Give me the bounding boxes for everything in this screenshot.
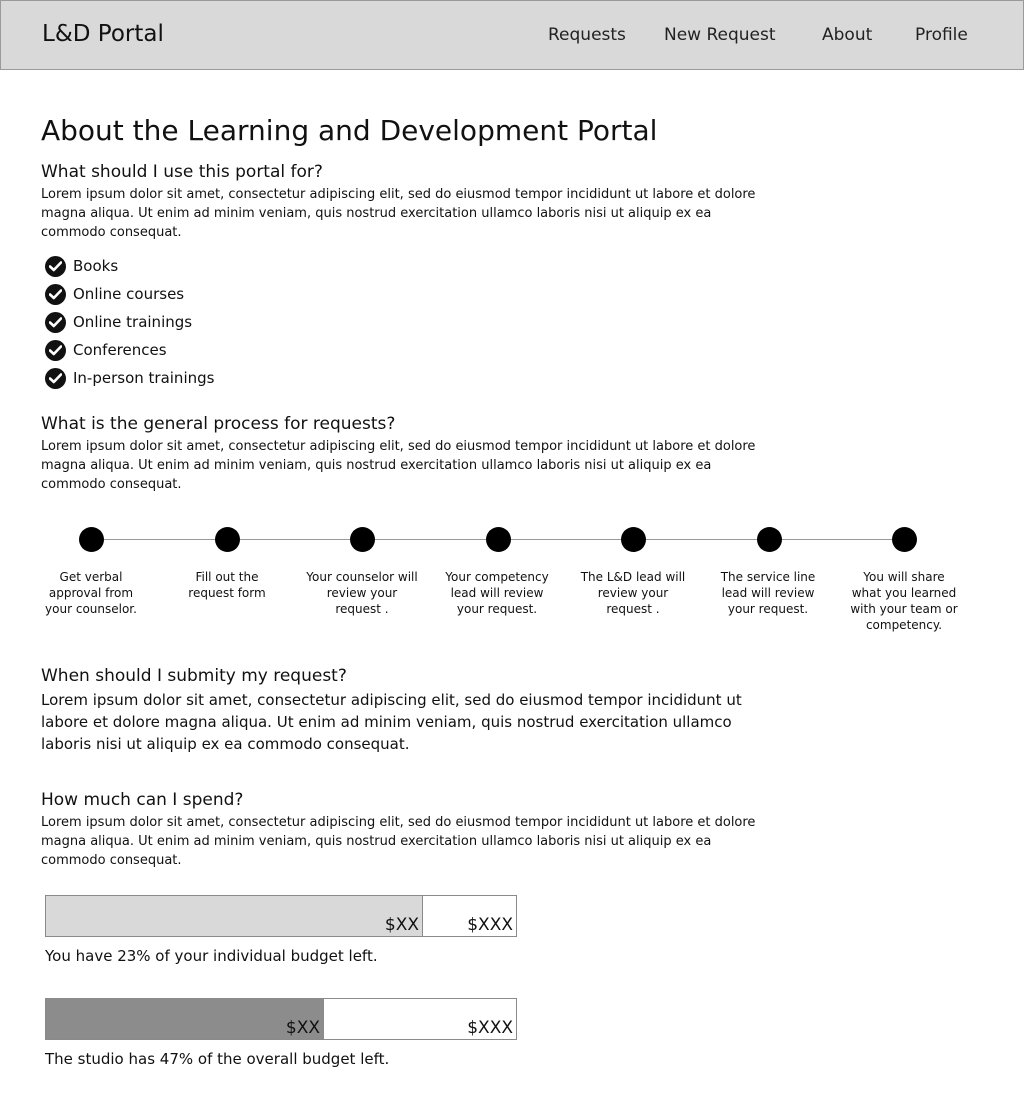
process-step-label: Your competency lead will review your re… [445,570,549,616]
process-step-label: The service line lead will review your r… [720,570,816,616]
checkmark-icon [45,283,66,305]
process-step-dot [486,527,511,552]
nav-requests[interactable]: Requests [548,25,626,45]
checklist-item-label: Online courses [73,285,185,303]
individual-budget-caption: You have 23% of your individual budget l… [45,947,378,965]
checklist-item: Books [45,252,214,280]
section-body-use: Lorem ipsum dolor sit amet, consectetur … [41,187,756,240]
checklist-item: Conferences [45,336,214,364]
nav-new-request[interactable]: New Request [664,25,776,45]
process-step-dot [215,527,240,552]
section-body-when: Lorem ipsum dolor sit amet, consectetur … [41,691,742,753]
process-step-label: Fill out the request form [188,570,266,600]
individual-budget-bar: $XX $XXX [45,895,517,937]
studio-budget-bar: $XX $XXX [45,998,517,1040]
process-step-dot [79,527,104,552]
process-step-dot [621,527,646,552]
use-checklist: Books Online courses Online trainings Co… [45,252,214,392]
section-heading-when: When should I submity my request? [41,666,347,686]
section-heading-process: What is the general process for requests… [41,414,396,434]
page-title: About the Learning and Development Porta… [41,114,658,147]
section-heading-spend: How much can I spend? [41,790,244,810]
individual-budget-total-label: $XXX [467,915,513,935]
checklist-item: In-person trainings [45,364,214,392]
checklist-item-label: Conferences [73,341,167,359]
checklist-item-label: Online trainings [73,313,193,331]
checklist-item: Online trainings [45,308,214,336]
checklist-item: Online courses [45,280,214,308]
individual-budget-fill-label: $XX [384,915,419,935]
studio-budget-caption: The studio has 47% of the overall budget… [45,1050,390,1068]
checkmark-icon [45,339,66,361]
process-step-label: You will share what you learned with you… [850,570,958,632]
section-body-process: Lorem ipsum dolor sit amet, consectetur … [41,439,756,492]
checklist-item-label: In-person trainings [73,369,215,387]
process-step-label: Get verbal approval from your counselor. [45,570,137,616]
studio-budget-fill-label: $XX [285,1018,320,1038]
studio-budget-fill: $XX [46,999,324,1039]
section-heading-use: What should I use this portal for? [41,162,323,182]
nav-about[interactable]: About [822,25,872,45]
top-navbar: L&D Portal Requests New Request About Pr… [0,0,1024,70]
checkmark-icon [45,367,66,389]
process-step-dot [892,527,917,552]
checkmark-icon [45,255,66,277]
checkmark-icon [45,311,66,333]
nav-profile[interactable]: Profile [915,25,968,45]
process-step-label: Your counselor will review your request … [306,570,418,616]
process-step-label: The L&D lead will review your request . [580,570,686,616]
brand-logo-text[interactable]: L&D Portal [42,21,164,47]
section-body-spend: Lorem ipsum dolor sit amet, consectetur … [41,815,756,868]
checklist-item-label: Books [73,257,119,275]
individual-budget-fill: $XX [46,896,423,936]
process-step-dot [350,527,375,552]
process-step-dot [757,527,782,552]
studio-budget-total-label: $XXX [467,1018,513,1038]
